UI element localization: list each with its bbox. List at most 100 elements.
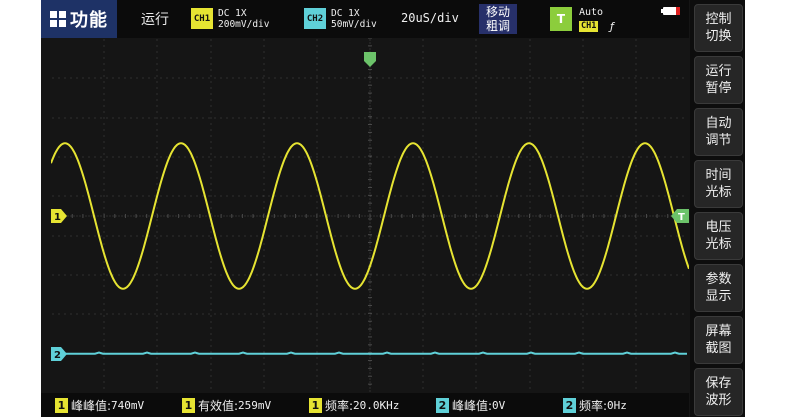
grid-dot [263,315,265,317]
measurement-value: 20.0KHz [353,399,400,412]
grid-dot [166,77,168,79]
grid-dot [422,129,424,131]
function-menu-label: 功能 [70,10,108,31]
grid-dot [316,57,318,59]
grid-dot [280,313,282,315]
grid-dot [421,215,423,217]
grid-dot [422,177,424,179]
control-switch-button[interactable]: 控制 切换 [694,4,743,52]
grid-dot [263,249,265,251]
grid-dot [226,235,228,237]
function-menu-button[interactable]: 功能 [41,0,117,38]
grid-dot [316,111,318,113]
grid-dot [232,195,234,197]
grid-dot [484,117,486,119]
grid-dot [226,117,228,119]
grid-dot [210,51,212,53]
ch1-ground-marker[interactable]: 1 [51,209,67,223]
grid-dot [100,313,102,315]
grid-dot [262,274,264,276]
measurement-ch1-vpp[interactable]: 1 峰峰值: 740mV [55,398,144,413]
parameter-display-button[interactable]: 参数 显示 [694,264,743,312]
grid-dot [210,333,212,335]
auto-adjust-button[interactable]: 自动 调节 [694,108,743,156]
grid-dot [103,189,105,191]
grid-dot [112,195,114,197]
grid-dot [635,171,637,173]
grid-dot [475,171,477,173]
screenshot-button[interactable]: 屏幕 截图 [694,316,743,364]
run-pause-button[interactable]: 运行 暂停 [694,56,743,104]
trigger-badge[interactable]: T [550,7,572,31]
trigger-source[interactable]: CH1 [579,21,599,32]
grid-dot [586,195,588,197]
grid-dot [274,235,276,237]
grid-dot [409,215,411,217]
grid-dot [490,313,492,315]
measurement-ch1-frequency[interactable]: 1 频率: 20.0KHz [309,398,399,413]
grid-dot [202,235,204,237]
measurement-ch2-vpp[interactable]: 2 峰峰值: 0V [436,398,505,413]
grid-dot [322,77,324,79]
top-status-bar: 功能 运行 CH1 DC 1X 200mV/div CH2 DC 1X 50mV… [41,0,689,38]
grid-dot [376,156,378,158]
grid-dot [550,235,552,237]
grid-dot [274,77,276,79]
grid-dot [682,313,684,315]
ch2-badge[interactable]: CH2 [304,8,326,29]
grid-dot [355,215,357,217]
grid-dot [118,77,120,79]
grid-dot [88,156,90,158]
grid-dot [676,313,678,315]
grid-dot [217,215,219,217]
grid-dot [508,195,510,197]
grid-dot [202,156,204,158]
grid-dot [538,215,540,217]
grid-dot [369,228,371,230]
grid-dot [622,235,624,237]
waveform-display[interactable]: 1 2 T [51,38,689,392]
grid-dot [73,215,75,217]
voltage-cursor-button[interactable]: 电压 光标 [694,212,743,260]
ch2-ground-marker[interactable]: 2 [51,347,67,361]
grid-dot [635,381,637,383]
grid-dot [529,357,531,359]
grid-dot [418,235,420,237]
grid-dot [582,141,584,143]
move-coarse-button[interactable]: 移动 粗调 [479,4,517,34]
grid-dot [103,357,105,359]
trigger-position-marker[interactable] [364,52,376,67]
grid-dot [130,274,132,276]
grid-dot [580,274,582,276]
time-cursor-button[interactable]: 时间 光标 [694,160,743,208]
ch1-badge[interactable]: CH1 [191,8,213,29]
grid-dot [298,195,300,197]
grid-dot [475,351,477,353]
grid-dot [508,117,510,119]
grid-dot [103,105,105,107]
grid-dot [298,313,300,315]
measurement-ch2-frequency[interactable]: 2 频率: 0Hz [563,398,627,413]
grid-dot [232,235,234,237]
grid-dot [658,195,660,197]
ch1-settings[interactable]: DC 1X 200mV/div [218,8,269,30]
grid-dot [582,267,584,269]
grid-dot [223,215,225,217]
grid-dot [582,87,584,89]
timebase-label[interactable]: 20uS/div [401,11,459,25]
grid-dot [232,274,234,276]
grid-dot [652,313,654,315]
grid-dot [156,165,158,167]
grid-dot [526,235,528,237]
grid-dot [635,261,637,263]
save-waveform-button[interactable]: 保存 波形 [694,368,743,416]
measurement-ch1-rms[interactable]: 1 有效值: 259mV [182,398,271,413]
grid-dot [460,215,462,217]
grid-dot [582,255,584,257]
grid-dot [634,117,636,119]
grid-dot [454,77,456,79]
trigger-mode[interactable]: Auto [579,7,603,18]
ch2-settings[interactable]: DC 1X 50mV/div [331,8,377,30]
grid-dot [103,45,105,47]
grid-dot [529,117,531,119]
